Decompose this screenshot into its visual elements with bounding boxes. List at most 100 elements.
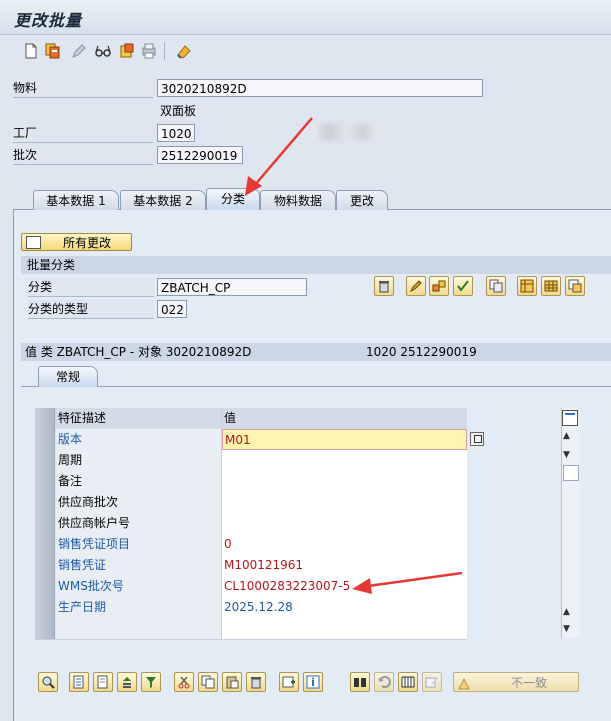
tab-material-data[interactable]: 物料数据 [260,190,336,210]
sort-ascending-icon[interactable] [117,672,137,692]
insert-row-icon[interactable] [279,672,299,692]
inconsistent-label: 不一致 [511,676,548,690]
batch-classification-title: 批量分类 [21,256,611,274]
find-icon[interactable] [350,672,370,692]
characteristic-label: 销售凭证项目 [56,534,222,555]
layout-icon[interactable] [517,276,537,296]
table-row: 供应商帐户号 [35,513,467,535]
print-icon[interactable] [140,42,158,60]
grid-icon[interactable] [541,276,561,296]
folder-icon[interactable] [118,42,136,60]
characteristic-label [56,618,222,639]
class-hierarchy-icon[interactable] [429,276,449,296]
characteristic-value[interactable] [222,450,467,471]
characteristic-label: 周期 [56,450,222,471]
table-row [35,618,467,640]
new-document-icon[interactable] [22,42,40,60]
window-title: 更改批量 [14,11,83,30]
redacted-text [312,123,380,141]
details-icon[interactable] [38,672,58,692]
plant-label: 工厂 [13,124,153,143]
pencil-icon[interactable] [70,42,88,60]
table-row: WMS批次号 CL1000283223007-5 [35,576,467,598]
edit-class-icon[interactable] [406,276,426,296]
table-row: 销售凭证项目 0 [35,534,467,556]
scroll-down-icon[interactable]: ▼ [563,450,570,460]
copy-icon[interactable] [486,276,506,296]
header-selector[interactable] [35,408,55,429]
vertical-scrollbar[interactable] [561,408,580,638]
characteristic-value[interactable] [222,471,467,492]
copy-row-icon[interactable] [198,672,218,692]
info-icon[interactable] [303,672,323,692]
characteristic-value[interactable]: M100121961 [222,555,467,576]
row-selector[interactable] [35,450,55,471]
table-row: 供应商批次 [35,492,467,514]
row-selector[interactable] [35,534,55,555]
delete-row-icon[interactable] [246,672,266,692]
material-label: 物料 [13,79,153,98]
table-row: 版本 M01 [35,429,467,451]
glasses-icon[interactable] [94,42,112,60]
settings-icon[interactable] [175,42,193,60]
columns-icon[interactable] [398,672,418,692]
select-all-icon[interactable] [69,672,89,692]
cut-icon[interactable] [174,672,194,692]
characteristic-label: 供应商批次 [56,492,222,513]
row-selector[interactable] [35,492,55,513]
tab-classification[interactable]: 分类 [206,188,260,210]
toolbar-separator [164,42,165,60]
deselect-icon[interactable] [93,672,113,692]
table-row: 备注 [35,471,467,493]
undo-icon[interactable] [374,672,394,692]
characteristic-label: 备注 [56,471,222,492]
tab-basic-data-2[interactable]: 基本数据 2 [120,190,206,210]
characteristic-value[interactable] [222,618,467,639]
filter-icon[interactable] [141,672,161,692]
class-type-field[interactable]: 022 [157,300,187,318]
check-icon[interactable] [453,276,473,296]
tab-basic-data-1[interactable]: 基本数据 1 [33,190,119,210]
all-changes-button[interactable]: 所有更改 [21,233,132,251]
scroll-up-icon[interactable]: ▲ [563,431,570,441]
characteristic-value[interactable] [222,513,467,534]
annotation-arrow-tab [253,117,313,187]
batch-field[interactable]: 2512290019 [157,146,243,164]
row-selector[interactable] [35,429,55,450]
material-field[interactable]: 3020210892D [157,79,483,97]
characteristic-value[interactable] [222,492,467,513]
characteristic-label: 版本 [56,429,222,450]
copy-document-icon[interactable] [44,42,62,60]
scroll-down-bottom-icon[interactable]: ▼ [563,624,570,634]
tab-general[interactable]: 常规 [38,366,98,387]
class-field[interactable]: ZBATCH_CP [157,278,307,296]
table-row: 销售凭证 M100121961 [35,555,467,577]
row-selector[interactable] [35,576,55,597]
row-selector[interactable] [35,597,55,618]
characteristic-value[interactable]: CL1000283223007-5 [222,576,467,597]
plant-field[interactable]: 1020 [157,124,195,142]
table-settings-icon[interactable] [562,410,578,426]
batch-label: 批次 [13,146,153,165]
characteristic-value[interactable]: M01 [222,429,467,450]
inconsistent-button[interactable]: 不一致 [453,672,579,692]
window-icon[interactable] [565,276,585,296]
scroll-thumb[interactable] [563,465,579,481]
edit-values-icon[interactable] [422,672,442,692]
row-selector[interactable] [35,555,55,576]
characteristic-value[interactable]: 0 [222,534,467,555]
paste-icon[interactable] [222,672,242,692]
class-type-label: 分类的类型 [28,300,154,319]
material-description: 双面板 [160,104,197,118]
trash-icon[interactable] [374,276,394,296]
characteristic-value[interactable]: 2025.12.28 [222,597,467,618]
value-help-icon[interactable] [470,432,484,446]
row-selector[interactable] [35,471,55,492]
characteristic-label: 销售凭证 [56,555,222,576]
subtab-line [21,386,611,387]
tab-changes[interactable]: 更改 [336,190,388,210]
scroll-up-bottom-icon[interactable]: ▲ [563,607,570,617]
row-selector[interactable] [35,513,55,534]
batch-classification-title-text: 批量分类 [27,258,76,272]
row-selector[interactable] [35,618,55,639]
